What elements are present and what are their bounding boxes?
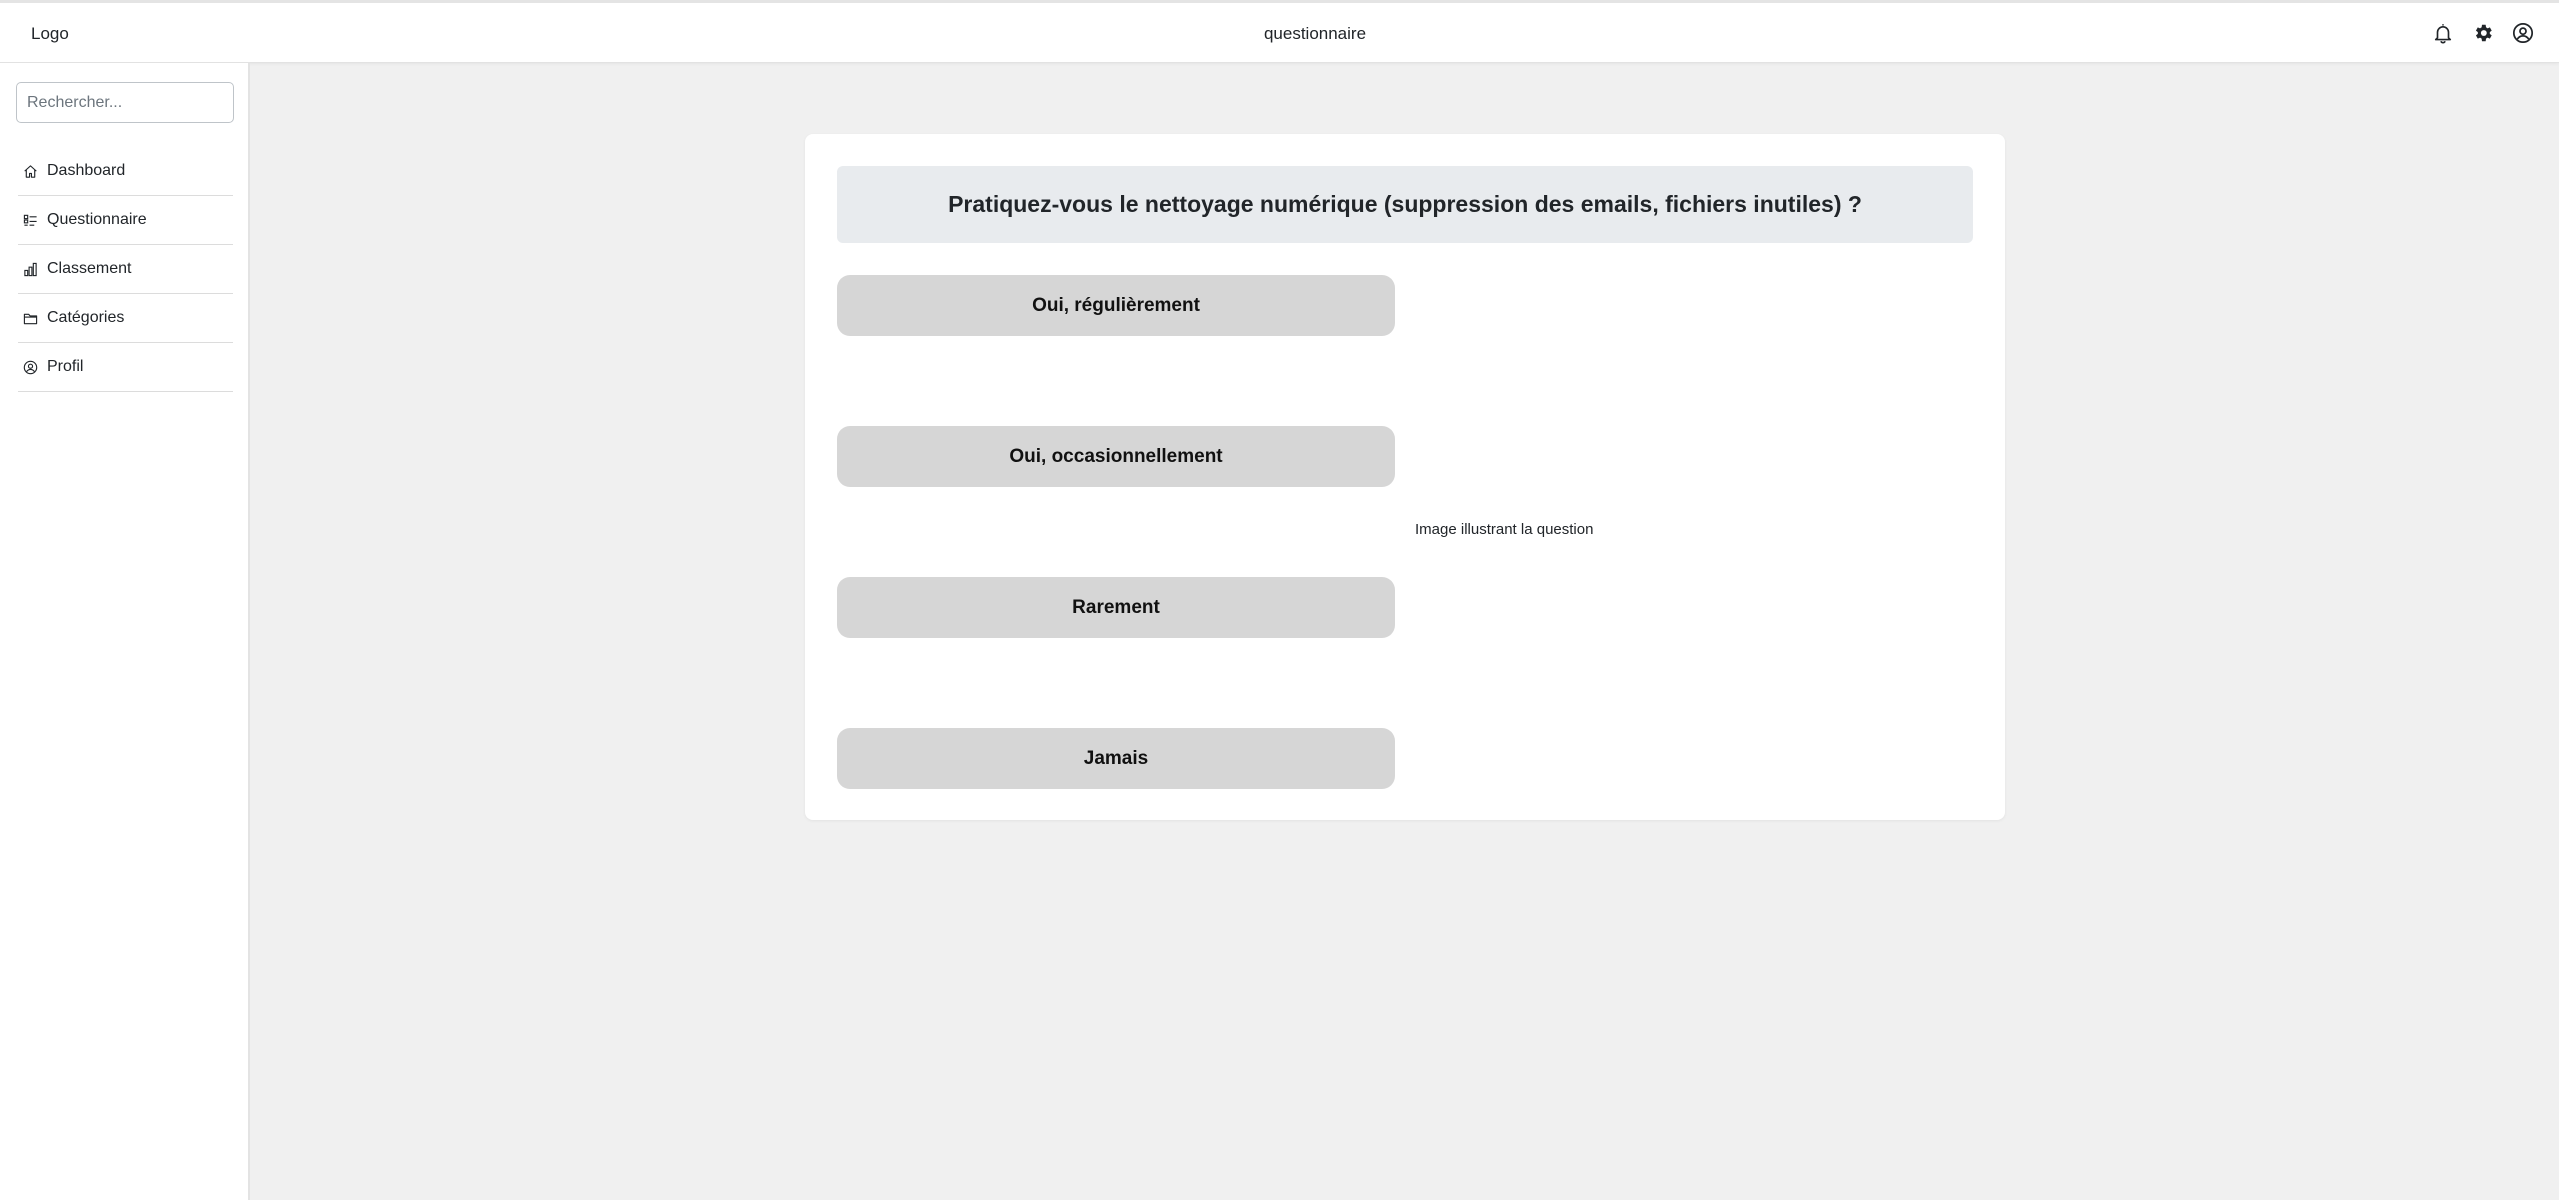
- question-image-alt: Image illustrant la question: [1415, 521, 1594, 538]
- answer-button[interactable]: Jamais: [837, 728, 1395, 789]
- answer-button[interactable]: Rarement: [837, 577, 1395, 638]
- top-icons: [2431, 21, 2534, 44]
- user-circle-icon: [23, 360, 38, 374]
- home-icon: [24, 164, 37, 178]
- bar-chart-icon: [24, 262, 37, 276]
- list-icon: [23, 214, 37, 226]
- sidebar-item-label: Catégories: [47, 309, 125, 326]
- gear-icon[interactable]: [2471, 21, 2494, 44]
- search-input[interactable]: [16, 82, 234, 123]
- sidebar: Dashboard Questionnaire Classement: [0, 63, 250, 1200]
- logo[interactable]: Logo: [31, 24, 69, 44]
- sidebar-item-dashboard[interactable]: Dashboard: [18, 147, 233, 196]
- user-circle-icon[interactable]: [2511, 21, 2534, 44]
- sidebar-item-label: Classement: [47, 260, 132, 277]
- bell-icon[interactable]: [2431, 21, 2454, 44]
- sidebar-item-label: Profil: [47, 358, 84, 375]
- question-text: Pratiquez-vous le nettoyage numérique (s…: [837, 166, 1973, 243]
- answer-button[interactable]: Oui, régulièrement: [837, 275, 1395, 336]
- answer-button[interactable]: Oui, occasionnellement: [837, 426, 1395, 487]
- sidebar-item-categories[interactable]: Catégories: [18, 294, 233, 343]
- sidebar-item-label: Dashboard: [47, 162, 126, 179]
- sidebar-item-classement[interactable]: Classement: [18, 245, 233, 294]
- page-title: questionnaire: [1263, 24, 1367, 43]
- sidebar-item-label: Questionnaire: [47, 211, 147, 228]
- sidebar-item-questionnaire[interactable]: Questionnaire: [18, 196, 233, 245]
- folder-icon: [23, 313, 38, 324]
- top-navbar: Logo questionnaire: [0, 0, 2559, 63]
- sidebar-nav: Dashboard Questionnaire Classement Catég…: [18, 147, 233, 392]
- sidebar-item-profil[interactable]: Profil: [18, 343, 233, 392]
- question-card: Pratiquez-vous le nettoyage numérique (s…: [805, 134, 2005, 820]
